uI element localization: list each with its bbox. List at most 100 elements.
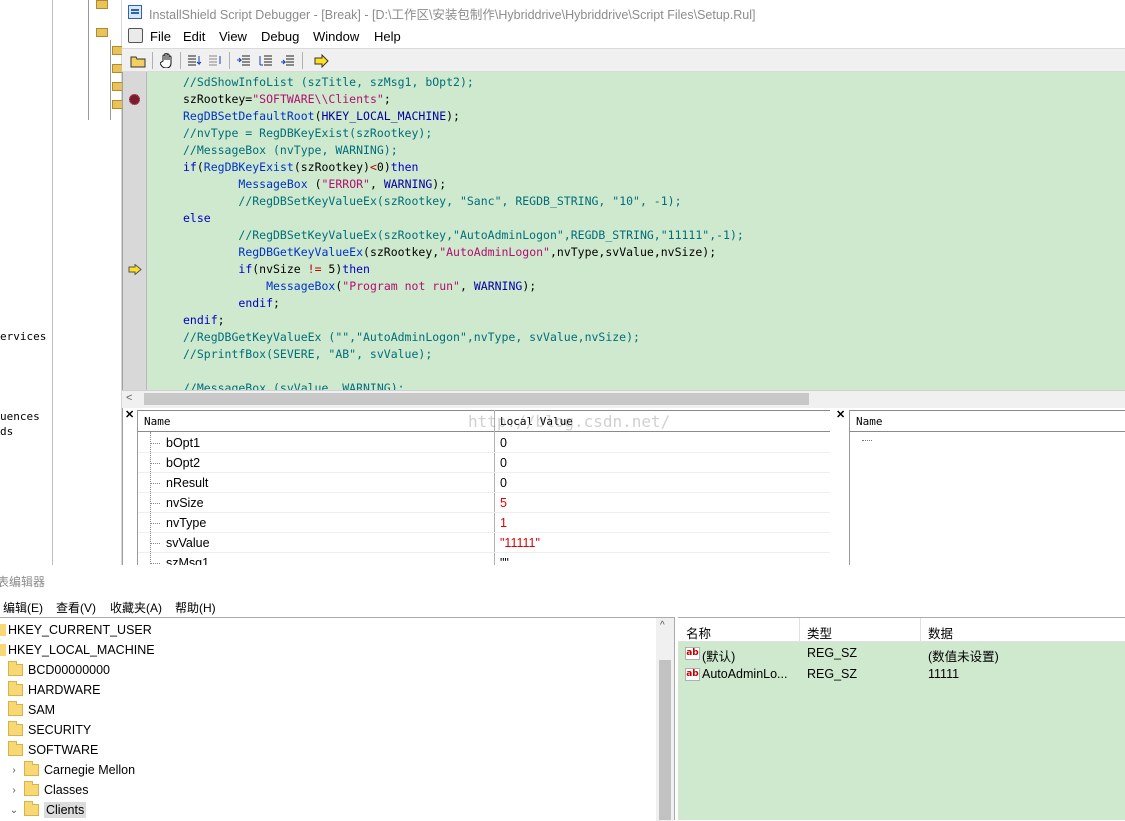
code-token: //MessageBox (nvType, WARNING);: [183, 143, 398, 157]
code-token: if: [238, 262, 253, 276]
menu-debug[interactable]: Debug: [261, 29, 299, 44]
window-title: 表编辑器: [0, 575, 46, 589]
code-line[interactable]: endif;: [183, 295, 744, 312]
column-header-name[interactable]: 名称: [686, 623, 711, 642]
column-header-data[interactable]: 数据: [928, 623, 953, 642]
code-line[interactable]: endif;: [183, 312, 744, 329]
menu-window[interactable]: Window: [313, 29, 359, 44]
code-line[interactable]: RegDBGetKeyValueEx(szRootkey,"AutoAdminL…: [183, 244, 744, 261]
breakpoint-icon[interactable]: [129, 94, 140, 105]
code-token: if: [183, 160, 197, 174]
menu-help[interactable]: Help: [374, 29, 401, 44]
code-token: WARNING: [383, 177, 433, 191]
locals-row[interactable]: nvSize 5: [138, 493, 830, 513]
code-token: );: [432, 177, 447, 191]
folder-icon: [24, 801, 39, 816]
code-line[interactable]: RegDBSetDefaultRoot(HKEY_LOCAL_MACHINE);: [183, 108, 744, 125]
value-type: REG_SZ: [807, 667, 858, 681]
scroll-up-icon[interactable]: ^: [660, 620, 665, 631]
code-token: (: [196, 160, 204, 174]
code-line[interactable]: else: [183, 210, 744, 227]
code-line[interactable]: //SdShowInfoList (szTitle, szMsg1, bOpt2…: [183, 74, 744, 91]
tree-item-label: Clients: [44, 802, 87, 818]
breakpoint-gutter[interactable]: [123, 72, 147, 390]
code-line[interactable]: MessageBox("Program not run", WARNING);: [183, 278, 744, 295]
value-name: AutoAdminLo...: [702, 667, 788, 681]
tree-item[interactable]: HKEY_LOCAL_MACHINE: [0, 640, 155, 660]
locals-row[interactable]: nResult 0: [138, 473, 830, 493]
close-icon[interactable]: ✕: [836, 408, 845, 421]
tree-item-label: SAM: [28, 703, 56, 717]
registry-tree: HKEY_CURRENT_USER HKEY_LOCAL_MACHINE BCD00…: [0, 617, 675, 821]
menu-view[interactable]: 查看(V): [56, 599, 96, 616]
step-into-icon[interactable]: [206, 51, 226, 70]
menu-help[interactable]: 帮助(H): [175, 599, 216, 616]
hand-icon[interactable]: [157, 51, 177, 70]
bg-text-fragment: uences: [0, 410, 40, 423]
code-line[interactable]: //SprintfBox(SEVERE, "AB", svValue);: [183, 346, 744, 363]
menu-view[interactable]: View: [219, 29, 247, 44]
variable-value: "11111": [500, 536, 540, 550]
step-over-icon[interactable]: [185, 51, 205, 70]
column-header-type[interactable]: 类型: [807, 623, 832, 642]
menu-edit[interactable]: Edit: [183, 29, 205, 44]
tree-item[interactable]: SAM: [8, 700, 55, 720]
code-line[interactable]: szRootkey="SOFTWARE\\Clients";: [183, 91, 744, 108]
debugger-window: InstallShield Script Debugger - [Break] …: [122, 0, 1125, 573]
code-line[interactable]: if(nvSize != 5)then: [183, 261, 744, 278]
open-icon[interactable]: [128, 51, 148, 70]
system-menu-icon[interactable]: [128, 28, 143, 43]
value-row[interactable]: ab (默认) REG_SZ (数值未设置): [678, 643, 1125, 664]
code-token: (nvSize: [252, 262, 308, 276]
menu-edit[interactable]: 编辑(E): [3, 599, 43, 616]
tree-item[interactable]: HARDWARE: [8, 680, 100, 700]
code-line[interactable]: //MessageBox (nvType, WARNING);: [183, 142, 744, 159]
code-token: RegDBGetKeyValueEx: [238, 245, 364, 259]
tree-item[interactable]: ⌄ Clients: [8, 800, 87, 820]
go-icon[interactable]: [312, 51, 332, 70]
code-token: 0): [376, 160, 391, 174]
chevron-right-icon[interactable]: ›: [8, 785, 20, 796]
tree-item[interactable]: SOFTWARE: [8, 740, 98, 760]
column-divider[interactable]: [799, 618, 800, 642]
locals-row[interactable]: bOpt2 0: [138, 453, 830, 473]
watch-empty-row[interactable]: [862, 440, 872, 441]
scroll-thumb[interactable]: [144, 393, 809, 405]
tree-line: [150, 523, 160, 524]
step-out-icon[interactable]: [234, 51, 254, 70]
code-editor[interactable]: //SdShowInfoList (szTitle, szMsg1, bOpt2…: [122, 72, 1125, 395]
tree-item[interactable]: SECURITY: [8, 720, 91, 740]
run-to-cursor-icon[interactable]: [256, 51, 276, 70]
code-token: ,nvType,svValue,nvSize);: [549, 245, 717, 259]
tree-vertical-scrollbar[interactable]: ^: [656, 618, 674, 821]
chevron-down-icon[interactable]: ⌄: [8, 805, 20, 816]
column-divider[interactable]: [920, 618, 921, 642]
tree-item[interactable]: › Carnegie Mellon: [8, 760, 135, 780]
locals-row[interactable]: svValue "11111": [138, 533, 830, 553]
locals-row[interactable]: nvType 1: [138, 513, 830, 533]
folder-icon: [8, 741, 23, 756]
code-token: );: [446, 109, 460, 123]
tree-item[interactable]: › Classes: [8, 780, 88, 800]
menu-file[interactable]: File: [150, 29, 171, 44]
code-line[interactable]: //RegDBGetKeyValueEx ("","AutoAdminLogon…: [183, 329, 744, 346]
code-line[interactable]: //RegDBSetKeyValueEx(szRootkey,"AutoAdmi…: [183, 227, 743, 244]
column-header-name[interactable]: Name: [144, 415, 171, 428]
scroll-thumb[interactable]: [659, 660, 671, 820]
chevron-right-icon[interactable]: ›: [8, 765, 20, 776]
column-header-name[interactable]: Name: [856, 415, 883, 428]
scroll-left-icon[interactable]: <: [126, 392, 132, 404]
code-line[interactable]: MessageBox ("ERROR", WARNING);: [183, 176, 744, 193]
tree-item[interactable]: BCD00000000: [8, 660, 110, 680]
menu-favorites[interactable]: 收藏夹(A): [110, 599, 162, 616]
locals-row[interactable]: bOpt1 0: [138, 433, 830, 453]
value-row[interactable]: ab AutoAdminLo... REG_SZ 11111: [678, 664, 1125, 685]
code-line[interactable]: //nvType = RegDBKeyExist(szRootkey);: [183, 125, 744, 142]
tree-item[interactable]: HKEY_CURRENT_USER: [0, 620, 152, 640]
code-line[interactable]: if(RegDBKeyExist(szRootkey)<0)then: [183, 159, 744, 176]
code-line[interactable]: [183, 363, 744, 380]
code-horizontal-scrollbar[interactable]: <: [122, 390, 1125, 406]
show-next-icon[interactable]: [278, 51, 298, 70]
code-line[interactable]: //RegDBSetKeyValueEx(szRootkey, "Sanc", …: [183, 193, 744, 210]
close-icon[interactable]: ✕: [125, 408, 134, 421]
